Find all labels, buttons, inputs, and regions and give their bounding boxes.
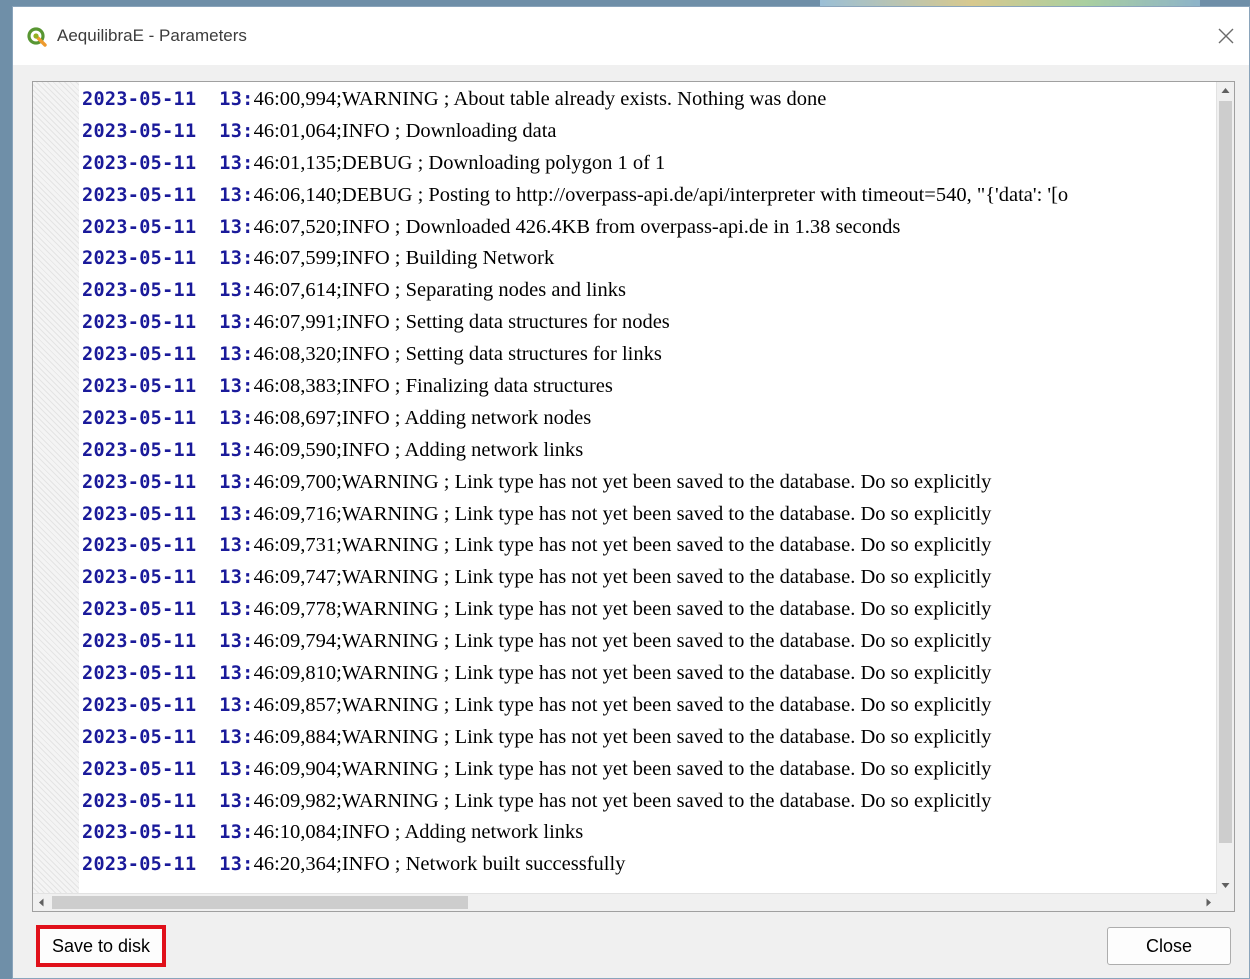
vertical-scrollbar[interactable]	[1216, 82, 1234, 894]
log-timestamp: 2023-05-11 13:	[82, 631, 254, 653]
log-timestamp: 2023-05-11 13:	[82, 184, 254, 206]
log-message: 46:09,794;WARNING ; Link type has not ye…	[253, 630, 992, 653]
log-gutter	[33, 82, 79, 894]
log-timestamp: 2023-05-11 13:	[82, 726, 254, 748]
log-timestamp: 2023-05-11 13:	[82, 599, 254, 621]
log-timestamp: 2023-05-11 13:	[82, 790, 254, 812]
log-message: 46:08,320;INFO ; Setting data structures…	[253, 343, 662, 366]
horizontal-scrollbar[interactable]	[33, 893, 1217, 911]
log-line: 2023-05-11 13:46:10,084;INFO ; Adding ne…	[82, 817, 1216, 849]
log-timestamp: 2023-05-11 13:	[82, 822, 254, 844]
log-timestamp: 2023-05-11 13:	[82, 503, 254, 525]
log-line: 2023-05-11 13:46:08,697;INFO ; Adding ne…	[82, 403, 1216, 435]
log-message: 46:07,520;INFO ; Downloaded 426.4KB from…	[253, 215, 901, 238]
scroll-left-icon[interactable]	[33, 894, 50, 911]
log-line: 2023-05-11 13:46:09,590;INFO ; Adding ne…	[82, 435, 1216, 467]
log-line: 2023-05-11 13:46:09,716;WARNING ; Link t…	[82, 499, 1216, 531]
log-timestamp: 2023-05-11 13:	[82, 89, 254, 110]
log-timestamp: 2023-05-11 13:	[82, 376, 254, 398]
log-line: 2023-05-11 13:46:09,810;WARNING ; Link t…	[82, 658, 1216, 690]
log-timestamp: 2023-05-11 13:	[82, 344, 254, 366]
log-line: 2023-05-11 13:46:09,904;WARNING ; Link t…	[82, 754, 1216, 786]
log-line: 2023-05-11 13:46:09,731;WARNING ; Link t…	[82, 530, 1216, 562]
close-button[interactable]: Close	[1107, 927, 1231, 965]
log-message: 46:09,904;WARNING ; Link type has not ye…	[253, 757, 992, 780]
log-message: 46:09,590;INFO ; Adding network links	[253, 438, 584, 461]
log-line: 2023-05-11 13:46:01,064;INFO ; Downloadi…	[82, 116, 1216, 148]
close-icon[interactable]	[1213, 23, 1239, 49]
title-bar: AequilibraE - Parameters	[13, 7, 1249, 65]
log-line: 2023-05-11 13:46:06,140;DEBUG ; Posting …	[82, 180, 1216, 212]
log-line: 2023-05-11 13:46:09,778;WARNING ; Link t…	[82, 594, 1216, 626]
log-timestamp: 2023-05-11 13:	[82, 439, 254, 461]
log-timestamp: 2023-05-11 13:	[82, 854, 254, 876]
log-line: 2023-05-11 13:46:09,884;WARNING ; Link t…	[82, 722, 1216, 754]
log-timestamp: 2023-05-11 13:	[82, 567, 254, 589]
scroll-up-icon[interactable]	[1217, 82, 1234, 99]
log-message: 46:07,599;INFO ; Building Network	[253, 247, 555, 270]
log-line: 2023-05-11 13:46:08,383;INFO ; Finalizin…	[82, 371, 1216, 403]
log-message: 46:09,731;WARNING ; Link type has not ye…	[253, 534, 992, 557]
log-timestamp: 2023-05-11 13:	[82, 663, 254, 685]
log-message: 46:09,982;WARNING ; Link type has not ye…	[253, 789, 992, 812]
log-timestamp: 2023-05-11 13:	[82, 471, 254, 493]
log-message: 46:08,697;INFO ; Adding network nodes	[253, 406, 592, 429]
log-message: 46:07,991;INFO ; Setting data structures…	[253, 311, 670, 334]
log-line: 2023-05-11 13:46:07,520;INFO ; Downloade…	[82, 212, 1216, 244]
log-message: 46:07,614;INFO ; Separating nodes and li…	[253, 279, 626, 302]
log-text-area[interactable]: 2023-05-11 13:46:00,994;WARNING ; About …	[32, 81, 1235, 912]
log-line: 2023-05-11 13:46:09,747;WARNING ; Link t…	[82, 562, 1216, 594]
log-timestamp: 2023-05-11 13:	[82, 694, 254, 716]
log-timestamp: 2023-05-11 13:	[82, 312, 254, 334]
log-line: 2023-05-11 13:46:07,991;INFO ; Setting d…	[82, 307, 1216, 339]
log-line: 2023-05-11 13:46:07,614;INFO ; Separatin…	[82, 275, 1216, 307]
log-message: 46:09,884;WARNING ; Link type has not ye…	[253, 725, 992, 748]
log-lines: 2023-05-11 13:46:00,994;WARNING ; About …	[82, 84, 1216, 894]
log-message: 46:09,810;WARNING ; Link type has not ye…	[253, 662, 992, 685]
log-message: 46:00,994;WARNING ; About table already …	[253, 88, 827, 110]
log-line: 2023-05-11 13:46:20,364;INFO ; Network b…	[82, 849, 1216, 881]
log-line: 2023-05-11 13:46:00,994;WARNING ; About …	[82, 84, 1216, 116]
save-to-disk-button[interactable]: Save to disk	[36, 925, 166, 967]
scroll-right-icon[interactable]	[1200, 894, 1217, 911]
log-timestamp: 2023-05-11 13:	[82, 152, 254, 174]
log-message: 46:09,700;WARNING ; Link type has not ye…	[253, 470, 992, 493]
log-timestamp: 2023-05-11 13:	[82, 407, 254, 429]
log-message: 46:09,716;WARNING ; Link type has not ye…	[253, 502, 992, 525]
scroll-down-icon[interactable]	[1217, 877, 1234, 894]
window-title: AequilibraE - Parameters	[57, 26, 247, 45]
parameters-dialog: AequilibraE - Parameters 2023-05-11 13:4…	[12, 6, 1250, 979]
log-timestamp: 2023-05-11 13:	[82, 535, 254, 557]
log-message: 46:09,857;WARNING ; Link type has not ye…	[253, 693, 992, 716]
scroll-corner	[1217, 894, 1234, 911]
log-line: 2023-05-11 13:46:09,794;WARNING ; Link t…	[82, 626, 1216, 658]
log-timestamp: 2023-05-11 13:	[82, 280, 254, 302]
log-line: 2023-05-11 13:46:01,135;DEBUG ; Download…	[82, 148, 1216, 180]
log-line: 2023-05-11 13:46:09,700;WARNING ; Link t…	[82, 467, 1216, 499]
log-message: 46:10,084;INFO ; Adding network links	[253, 821, 584, 844]
log-message: 46:09,747;WARNING ; Link type has not ye…	[253, 566, 992, 589]
log-message: 46:08,383;INFO ; Finalizing data structu…	[253, 375, 613, 398]
log-timestamp: 2023-05-11 13:	[82, 120, 254, 142]
log-line: 2023-05-11 13:46:09,857;WARNING ; Link t…	[82, 690, 1216, 722]
log-timestamp: 2023-05-11 13:	[82, 216, 254, 238]
log-line: 2023-05-11 13:46:08,320;INFO ; Setting d…	[82, 339, 1216, 371]
log-timestamp: 2023-05-11 13:	[82, 248, 254, 270]
log-line: 2023-05-11 13:46:07,599;INFO ; Building …	[82, 243, 1216, 275]
log-message: 46:09,778;WARNING ; Link type has not ye…	[253, 598, 992, 621]
horizontal-scroll-thumb[interactable]	[52, 896, 468, 909]
log-message: 46:01,064;INFO ; Downloading data	[253, 119, 557, 142]
log-line: 2023-05-11 13:46:09,982;WARNING ; Link t…	[82, 786, 1216, 818]
log-timestamp: 2023-05-11 13:	[82, 758, 254, 780]
log-message: 46:01,135;DEBUG ; Downloading polygon 1 …	[253, 151, 666, 174]
qgis-icon	[27, 27, 47, 47]
vertical-scroll-thumb[interactable]	[1219, 101, 1232, 843]
log-message: 46:20,364;INFO ; Network built successfu…	[253, 853, 626, 876]
log-message: 46:06,140;DEBUG ; Posting to http://over…	[253, 183, 1069, 206]
